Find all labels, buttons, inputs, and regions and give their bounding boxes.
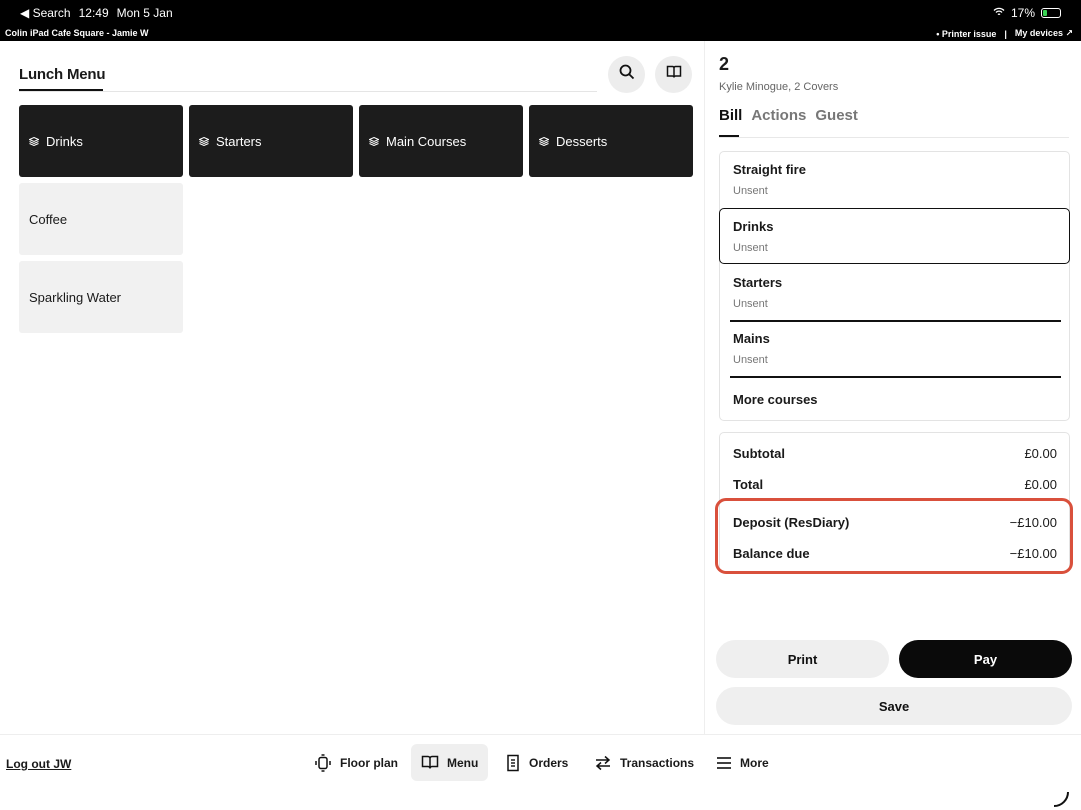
course-status: Unsent [733, 242, 768, 254]
save-button[interactable]: Save [716, 687, 1072, 725]
nav-transactions[interactable]: Transactions [584, 744, 704, 781]
nav-label: Menu [447, 755, 479, 770]
separator: | [1004, 28, 1007, 39]
printer-issue-link[interactable]: • Printer issue [936, 29, 996, 39]
menu-tab-divider [19, 91, 597, 92]
category-label: Main Courses [386, 133, 467, 149]
battery-icon [1041, 8, 1061, 18]
tab-actions[interactable]: Actions [751, 107, 806, 124]
print-button[interactable]: Print [716, 640, 889, 678]
menu-panel: Lunch Menu Drinks Starters Main Courses [0, 41, 704, 734]
book-icon [666, 65, 682, 84]
category-tile-desserts[interactable]: Desserts [529, 105, 693, 177]
total-row: Total £0.00 [733, 477, 1057, 492]
course-starters[interactable]: Starters Unsent [720, 265, 1071, 321]
pay-button[interactable]: Pay [899, 640, 1072, 678]
table-number: 2 [719, 54, 730, 74]
nav-orders[interactable]: Orders [495, 744, 578, 781]
nav-label: Floor plan [340, 755, 398, 770]
course-name: Starters [733, 275, 783, 290]
tab-divider [719, 137, 1069, 138]
more-courses-button[interactable]: More courses [733, 392, 818, 407]
courses-card: Straight fire Unsent Drinks Unsent Start… [719, 151, 1070, 421]
category-stack-icon [369, 136, 379, 146]
search-button[interactable] [608, 56, 645, 93]
bill-tabs: Bill Actions Guest [719, 107, 858, 124]
course-name: Drinks [733, 219, 774, 234]
tab-bill[interactable]: Bill [719, 107, 742, 124]
course-status: Unsent [733, 354, 768, 366]
menu-book-button[interactable] [655, 56, 692, 93]
category-stack-icon [199, 136, 209, 146]
clock: 12:49 [78, 6, 109, 20]
date: Mon 5 Jan [116, 6, 173, 20]
wifi-icon [993, 6, 1005, 20]
floor-plan-icon [314, 753, 332, 772]
nav-label: More [740, 755, 769, 770]
book-icon [421, 755, 439, 770]
category-stack-icon [29, 136, 39, 146]
battery-percent: 17% [1010, 6, 1035, 20]
total-amount: £0.00 [1024, 477, 1057, 492]
status-bar: ◀ Search 12:49 Mon 5 Jan 17% Colin iPad … [0, 0, 1081, 41]
course-mains[interactable]: Mains Unsent [720, 321, 1071, 377]
corner-gesture-indicator [1051, 789, 1071, 810]
subtotal-label: Subtotal [733, 446, 785, 461]
guest-summary: Kylie Minogue, 2 Covers [719, 81, 839, 93]
course-name: Mains [733, 331, 770, 346]
category-stack-icon [539, 136, 549, 146]
menu-item-label: Sparkling Water [29, 289, 121, 305]
bill-panel: 2 Kylie Minogue, 2 Covers Bill Actions G… [704, 41, 1081, 734]
nav-more[interactable]: More [706, 744, 779, 781]
category-tile-drinks[interactable]: Drinks [19, 105, 183, 177]
my-devices-link[interactable]: My devices ↗ [1015, 28, 1073, 39]
course-name: Straight fire [733, 162, 806, 177]
subtotal-amount: £0.00 [1024, 446, 1057, 461]
menu-item-coffee[interactable]: Coffee [19, 183, 183, 255]
nav-label: Orders [529, 755, 569, 770]
tab-guest[interactable]: Guest [815, 107, 858, 124]
menu-item-sparkling-water[interactable]: Sparkling Water [19, 261, 183, 333]
search-icon [619, 64, 635, 85]
nav-menu[interactable]: Menu [411, 744, 489, 781]
course-straight-fire[interactable]: Straight fire Unsent [720, 152, 1071, 208]
bottom-nav: Log out JW Floor plan Menu Orders Transa… [0, 734, 1081, 810]
nav-label: Transactions [620, 755, 695, 770]
category-label: Starters [216, 133, 262, 149]
hamburger-icon [716, 756, 732, 770]
deposit-highlight-box [715, 498, 1073, 574]
category-tile-starters[interactable]: Starters [189, 105, 353, 177]
category-label: Drinks [46, 133, 83, 149]
menu-tab-lunch[interactable]: Lunch Menu [19, 66, 106, 83]
subtotal-row: Subtotal £0.00 [733, 446, 1057, 461]
course-divider [730, 376, 1061, 378]
device-name: Colin iPad Cafe Square - Jamie W [5, 28, 149, 38]
category-label: Desserts [556, 133, 608, 149]
course-drinks[interactable]: Drinks Unsent [719, 208, 1070, 264]
total-label: Total [733, 477, 764, 492]
logout-link[interactable]: Log out JW [6, 757, 71, 771]
swap-arrows-icon [594, 755, 612, 771]
nav-floor-plan[interactable]: Floor plan [304, 744, 408, 781]
back-to-search-link[interactable]: ◀ Search [20, 6, 71, 20]
menu-item-label: Coffee [29, 211, 68, 227]
course-status: Unsent [733, 298, 768, 310]
category-tile-main-courses[interactable]: Main Courses [359, 105, 523, 177]
course-status: Unsent [733, 185, 768, 197]
receipt-icon [505, 754, 521, 772]
